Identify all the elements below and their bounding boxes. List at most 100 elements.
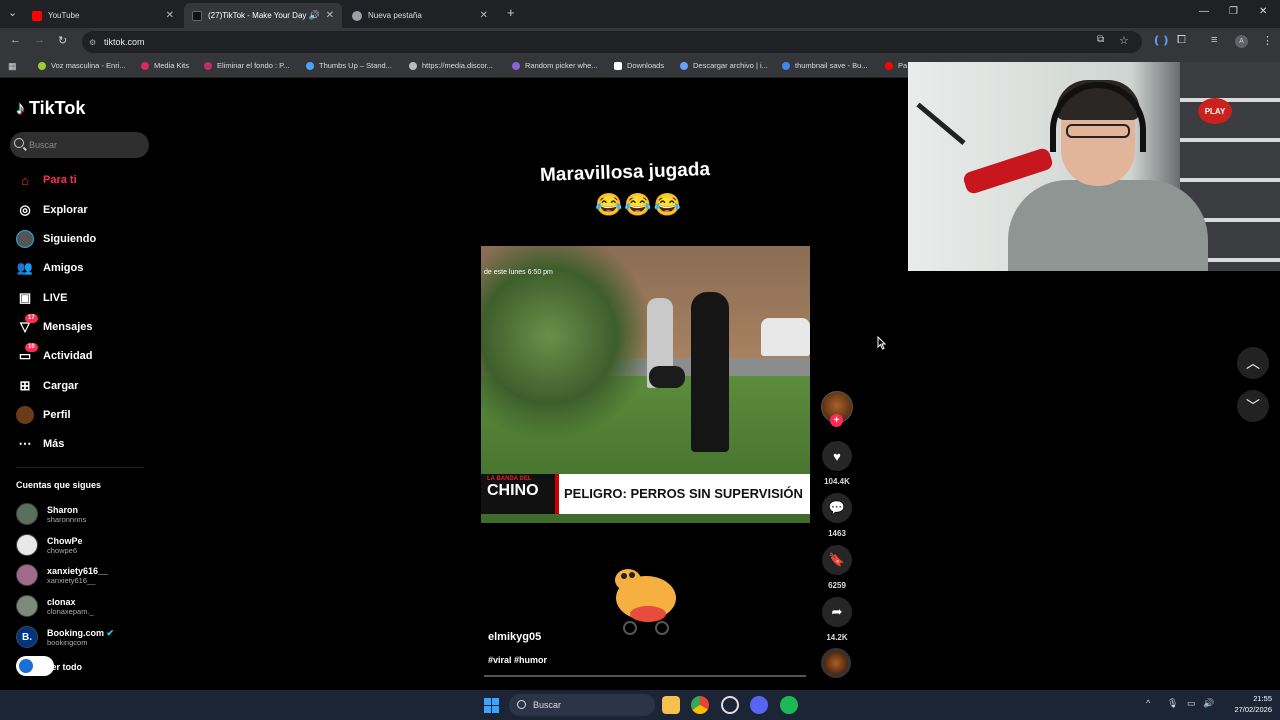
sound-disc[interactable] — [821, 648, 851, 678]
youtube-favicon-icon — [32, 10, 42, 21]
forward-icon[interactable]: → — [34, 34, 45, 46]
file-explorer-icon[interactable] — [662, 696, 680, 714]
nav-amigos[interactable]: 👥 Amigos — [16, 257, 146, 279]
bookmark-item[interactable]: Thumbs Up – Stand... — [306, 61, 392, 70]
nav-siguiendo[interactable]: Siguiendo — [16, 228, 146, 250]
windows-start-icon[interactable] — [484, 698, 499, 713]
like-button[interactable]: ♥ — [822, 441, 852, 471]
network-icon[interactable]: ▭ — [1187, 698, 1196, 709]
tiktok-logo[interactable]: ♪ TikTok — [16, 98, 85, 119]
webcam-person-shirt — [1008, 180, 1208, 271]
media-control-icon[interactable]: ≡ — [1211, 34, 1217, 46]
taskbar-search-input[interactable]: Buscar — [509, 694, 655, 716]
avatar — [16, 564, 38, 586]
chrome-icon[interactable] — [691, 696, 709, 714]
tab-youtube[interactable]: YouTube ✕ — [24, 3, 182, 28]
bookmark-item[interactable]: Descargar archivo | i... — [680, 61, 768, 70]
close-window-icon[interactable]: ✕ — [1259, 6, 1267, 17]
microphone-tray-icon[interactable]: 🎙 — [1167, 698, 1178, 709]
avatar — [16, 595, 38, 617]
menu-kebab-icon[interactable]: ⋮ — [1262, 34, 1273, 47]
nav-cargar[interactable]: ⊞ Cargar — [16, 375, 146, 397]
video-progress-bar[interactable] — [484, 675, 806, 677]
brand-top-text: LA BANDA DEL — [487, 476, 532, 482]
close-tab-icon[interactable]: ✕ — [166, 10, 174, 21]
previous-video-button[interactable]: ︿ — [1237, 347, 1269, 379]
url-text: tiktok.com — [104, 37, 145, 47]
follow-plus-icon[interactable]: + — [830, 414, 843, 427]
video-author[interactable]: elmikyg05 — [488, 631, 541, 643]
bookmark-icon: 🔖 — [828, 552, 846, 567]
volume-icon[interactable]: 🔊 — [1203, 698, 1214, 709]
bookmark-item[interactable]: Random picker whe... — [512, 61, 598, 70]
bookmark-item[interactable]: Eliminar el fondo : P... — [204, 61, 289, 70]
extension-icon[interactable]: ❪❫ — [1152, 34, 1170, 47]
account-item[interactable]: ChowPe chowpe6 — [16, 532, 146, 558]
nav-label: Cargar — [43, 380, 79, 392]
account-item[interactable]: B. Booking.com ✔ bookingcom — [16, 624, 146, 650]
activity-icon: ▭ 10 — [16, 343, 38, 365]
next-video-button[interactable]: ﹀ — [1237, 390, 1269, 422]
nav-mensajes[interactable]: ▽ 17 Mensajes — [16, 314, 146, 338]
install-app-icon[interactable]: ⧉ — [1097, 34, 1104, 45]
address-bar[interactable]: ⚙ tiktok.com — [82, 31, 1142, 53]
bookmark-item[interactable]: Downloads — [614, 61, 664, 70]
bookmark-item[interactable]: thumbnail save - Bu... — [782, 61, 868, 70]
nav-label: Más — [43, 438, 65, 450]
close-tab-icon[interactable]: ✕ — [480, 10, 488, 21]
back-icon[interactable]: ← — [10, 34, 21, 46]
friends-icon: 👥 — [16, 260, 34, 275]
bookmark-item[interactable]: Media Kits — [141, 61, 189, 70]
home-icon: ⌂ — [21, 172, 29, 188]
spotify-icon[interactable] — [780, 696, 798, 714]
tiktok-sidebar: ♪ TikTok Buscar ⌂ Para ti ◎ Explorar Sig… — [0, 80, 160, 690]
obs-icon[interactable] — [721, 696, 739, 714]
save-button[interactable]: 🔖 — [822, 545, 852, 575]
profile-icon — [16, 406, 34, 424]
taskbar-clock[interactable]: 21:55 27/02/2026 — [1222, 693, 1272, 715]
close-tab-icon[interactable]: ✕ — [326, 10, 334, 21]
nav-mas[interactable]: ⋯ Más — [16, 433, 146, 455]
account-item[interactable]: Sharon sharonnnns — [16, 501, 146, 527]
extensions-puzzle-icon[interactable]: ⧠ — [1177, 34, 1186, 47]
nav-label: Amigos — [43, 262, 84, 274]
tray-chevron-up-icon[interactable]: ^ — [1146, 698, 1150, 708]
video-hashtags[interactable]: #viral #humor — [488, 655, 547, 665]
nav-perfil[interactable]: Perfil — [16, 404, 146, 426]
bookmark-item[interactable]: https://media.discor... — [409, 61, 493, 70]
minimize-icon[interactable]: — — [1199, 6, 1209, 17]
restore-icon[interactable]: ❐ — [1229, 6, 1238, 17]
new-tab-button[interactable]: + — [507, 5, 515, 20]
video-player[interactable]: de este lunes 6:50 pm LA BANDA DEL CHINO… — [481, 246, 810, 523]
speaker-icon[interactable]: 🔊 — [309, 10, 320, 21]
avatar — [16, 503, 38, 525]
tab-tiktok[interactable]: (27)TikTok - Make Your Day 🔊 ✕ — [184, 3, 342, 28]
profile-avatar-icon[interactable]: A — [1235, 35, 1248, 48]
site-info-icon[interactable]: ⚙ — [89, 38, 96, 47]
account-item[interactable]: xanxiety616__ xanxiety616__ — [16, 562, 146, 588]
tab-search-icon[interactable]: ⌄ — [8, 6, 17, 19]
nav-live[interactable]: ▣ LIVE — [16, 287, 146, 309]
more-icon: ⋯ — [18, 436, 32, 451]
reload-icon[interactable]: ↻ — [58, 34, 67, 47]
bookmark-item[interactable]: Pa — [885, 61, 907, 70]
account-item[interactable]: clonax clonaxepam._ — [16, 593, 146, 619]
discord-icon[interactable] — [750, 696, 768, 714]
nav-explorar[interactable]: ◎ Explorar — [16, 199, 146, 221]
comment-button[interactable]: 💬 — [822, 493, 852, 523]
video-car — [761, 318, 810, 356]
share-button[interactable]: ➦ — [822, 597, 852, 627]
save-count: 6259 — [828, 581, 846, 590]
tab-title: (27)TikTok - Make Your Day — [208, 11, 307, 20]
nav-para-ti[interactable]: ⌂ Para ti — [16, 169, 146, 191]
bookmark-item[interactable]: Voz masculina - Enri... — [38, 61, 126, 70]
account-username: chowpe6 — [47, 545, 78, 555]
see-all-link[interactable]: Ver todo — [16, 654, 146, 680]
bookmark-star-icon[interactable]: ☆ — [1119, 34, 1129, 47]
search-input[interactable]: Buscar — [10, 132, 149, 158]
bookmark-label: Random picker whe... — [525, 61, 598, 70]
nav-actividad[interactable]: ▭ 10 Actividad — [16, 343, 146, 367]
apps-grid-icon[interactable]: ▦ — [8, 61, 17, 72]
bookmark-label: https://media.discor... — [422, 61, 493, 70]
tab-new[interactable]: Nueva pestaña ✕ — [344, 3, 496, 28]
